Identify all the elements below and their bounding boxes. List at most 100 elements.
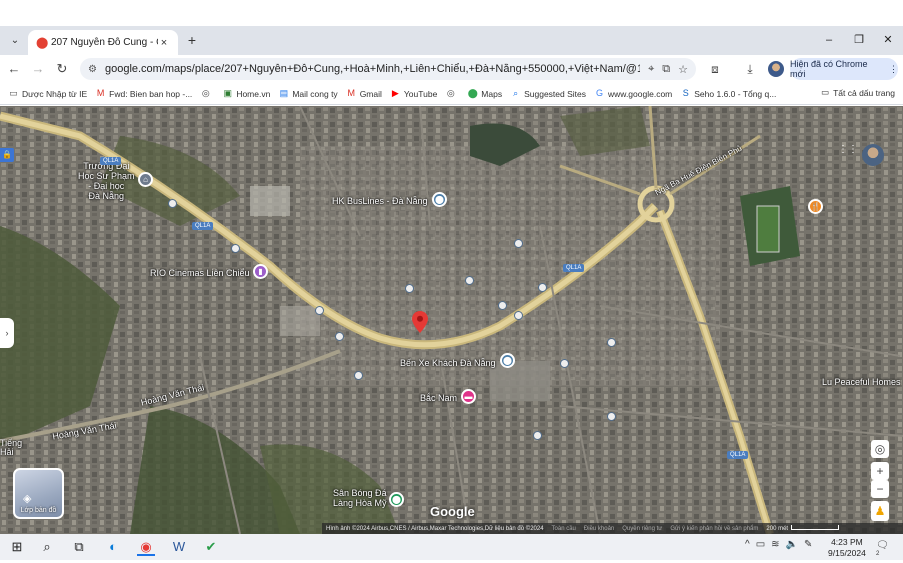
folder-icon: ▭ — [821, 87, 830, 97]
map-canvas[interactable]: 🔒 ⋮⋮ Trường Đại Học Sư Phạm - Đại học Đà… — [0, 106, 903, 534]
reload-icon[interactable]: ↻ — [54, 61, 70, 77]
bus-stop-icon[interactable] — [607, 412, 616, 421]
footer-link[interactable]: Gửi ý kiến phản hồi về sản phẩm — [670, 526, 758, 532]
bookmark-item[interactable]: ▤ Mail cong ty — [278, 88, 338, 99]
account-avatar[interactable] — [862, 144, 884, 166]
bookmark-item[interactable]: ◎ — [445, 88, 459, 99]
download-icon[interactable]: ⤓ — [742, 61, 758, 77]
bus-terminal-icon[interactable]: ⬤ — [500, 353, 515, 368]
task-view-icon[interactable]: ⧉ — [70, 538, 88, 556]
extensions-icon[interactable]: ⧈ — [707, 61, 723, 77]
hotel-icon[interactable]: ▬ — [461, 389, 476, 404]
bus-stop-icon[interactable] — [465, 276, 474, 285]
bus-stop-icon[interactable] — [514, 239, 523, 248]
site-settings-icon[interactable]: ⚙ — [88, 64, 97, 75]
bus-stop-icon[interactable] — [533, 431, 542, 440]
zoom-in-button[interactable]: + — [871, 462, 889, 480]
clock[interactable]: 4:23 PM 9/15/2024 — [828, 537, 866, 559]
bus-stop-icon[interactable] — [231, 244, 240, 253]
bus-stop-icon[interactable] — [335, 332, 344, 341]
zoom-out-button[interactable]: − — [871, 480, 889, 498]
poi-label-benxe[interactable]: Bến Xe Khách Đà Nẵng — [400, 358, 496, 368]
school-icon[interactable]: ⌂ — [138, 172, 153, 187]
footer-link[interactable]: Điều khoản — [584, 526, 614, 532]
tab-title: 207 Nguyễn Đỗ Cung - Google — [51, 37, 158, 48]
bookmark-item[interactable]: S Seho 1.6.0 - Tổng q... — [680, 88, 777, 99]
footer-link[interactable]: Quyền riêng tư — [622, 526, 662, 532]
address-bar[interactable]: ⚙ google.com/maps/place/207+Nguyễn+Đỗ+Cu… — [80, 58, 696, 80]
location-pin-icon[interactable] — [412, 311, 428, 333]
bookmark-label: Maps — [481, 88, 503, 99]
more-menu-icon[interactable]: ⋮ — [889, 64, 898, 75]
bus-stop-icon[interactable] — [560, 359, 569, 368]
footer-link[interactable]: Toàn cầu — [552, 526, 576, 532]
url-text[interactable]: google.com/maps/place/207+Nguyễn+Đỗ+Cung… — [105, 63, 640, 75]
apps-grid-icon[interactable]: ⋮⋮ — [838, 144, 858, 156]
poi-label-sanbong[interactable]: Sân Bóng Đá Làng Hòa Mỹ — [333, 488, 387, 508]
pegman-icon[interactable]: ♟ — [871, 501, 889, 521]
bus-stop-icon[interactable] — [514, 311, 523, 320]
search-icon[interactable]: ⌕ — [38, 538, 56, 556]
battery-icon[interactable]: ▭ — [756, 539, 765, 550]
app-icon[interactable]: ✔ — [202, 538, 220, 556]
poi-label-rio[interactable]: RIO Cinemas Liên Chiểu — [150, 268, 250, 278]
new-tab-button[interactable]: + — [184, 32, 200, 48]
bookmark-item[interactable]: ⌕ Suggested Sites — [510, 88, 586, 99]
bus-stop-icon[interactable] — [538, 283, 547, 292]
tab-active[interactable]: ⬤ 207 Nguyễn Đỗ Cung - Google × — [28, 30, 178, 55]
install-app-icon[interactable]: ⧉ — [662, 63, 670, 76]
windows-start-icon[interactable]: ⊞ — [8, 538, 26, 556]
chrome-icon[interactable]: ◉ — [137, 538, 155, 556]
poi-label-hkbus[interactable]: HK BusLines - Đà Nẵng — [332, 196, 428, 206]
volume-icon[interactable]: 🔈 — [786, 539, 798, 550]
bus-stop-icon[interactable] — [168, 199, 177, 208]
close-window-button[interactable]: ✕ — [879, 32, 897, 48]
tab-search-button[interactable]: ⌄ — [6, 32, 24, 50]
poi-label-truong[interactable]: Trường Đại Học Sư Phạm - Đại học Đà Nẵng — [78, 161, 135, 201]
bus-station-icon[interactable]: ⬤ — [432, 192, 447, 207]
stadium-icon[interactable]: ⬤ — [389, 492, 404, 507]
back-icon[interactable]: ← — [6, 61, 22, 77]
road-shield-ql1a: QL1A — [192, 222, 214, 230]
bookmark-label: YouTube — [403, 88, 438, 99]
bookmark-item[interactable]: M Fwd: Bien ban hop -... — [95, 88, 192, 99]
bookmark-item[interactable]: ▶ YouTube — [390, 88, 437, 99]
bookmark-item[interactable]: M Gmail — [346, 88, 381, 99]
bus-stop-icon[interactable] — [498, 301, 507, 310]
my-location-icon[interactable]: ◎ — [871, 440, 889, 458]
bookmark-star-icon[interactable]: ☆ — [678, 63, 688, 76]
maximize-button[interactable]: ❐ — [850, 32, 868, 48]
bookmark-item[interactable]: ⬤ Maps — [467, 88, 502, 99]
bus-stop-icon[interactable] — [405, 284, 414, 293]
poi-label-bacnam[interactable]: Bắc Nam — [420, 393, 457, 403]
tab-close-icon[interactable]: × — [158, 37, 170, 49]
bookmark-item[interactable]: Gwww.google.com — [594, 88, 672, 99]
cinema-icon[interactable]: ▮ — [253, 264, 268, 279]
pen-icon[interactable]: ✎ — [804, 539, 812, 550]
wifi-icon[interactable]: ≋ — [771, 539, 779, 550]
restaurant-icon[interactable]: 🍴 — [808, 199, 823, 214]
chrome-update-chip[interactable]: Hiện đã có Chrome mới ⋮ — [790, 58, 898, 80]
lock-icon[interactable]: 🔒 — [0, 148, 14, 162]
poi-label-peaceful[interactable]: Lu Peaceful Homes — [822, 377, 901, 387]
forward-icon[interactable]: → — [30, 61, 46, 77]
all-bookmarks[interactable]: ▭ Tất cả dấu trang — [821, 87, 895, 98]
bookmark-item[interactable]: ▣ Home.vn — [222, 88, 271, 99]
layers-button[interactable]: ◈ Lớp bản đồ — [13, 468, 64, 519]
bookmark-item[interactable]: ◎ — [200, 88, 214, 99]
bus-stop-icon[interactable] — [354, 371, 363, 380]
notifications-icon[interactable]: 🗨2 — [876, 540, 890, 557]
bookmark-item[interactable]: ▭ Dược Nhập từ IE — [8, 88, 87, 99]
scale-label[interactable]: 200 mét — [766, 525, 840, 532]
bookmark-label: Home.vn — [236, 88, 271, 99]
bus-stop-icon[interactable] — [607, 338, 616, 347]
edge-icon[interactable]: ◐ — [104, 538, 122, 556]
tray-chevron-icon[interactable]: ^ — [745, 539, 750, 550]
side-panel-toggle[interactable]: › — [0, 318, 14, 348]
location-icon[interactable]: ⌖ — [648, 63, 654, 76]
road-shield-ql1a: QL1A — [563, 264, 585, 272]
word-icon[interactable]: W — [170, 538, 188, 556]
bus-stop-icon[interactable] — [315, 306, 324, 315]
profile-avatar[interactable] — [768, 61, 784, 77]
minimize-button[interactable]: – — [820, 32, 838, 48]
